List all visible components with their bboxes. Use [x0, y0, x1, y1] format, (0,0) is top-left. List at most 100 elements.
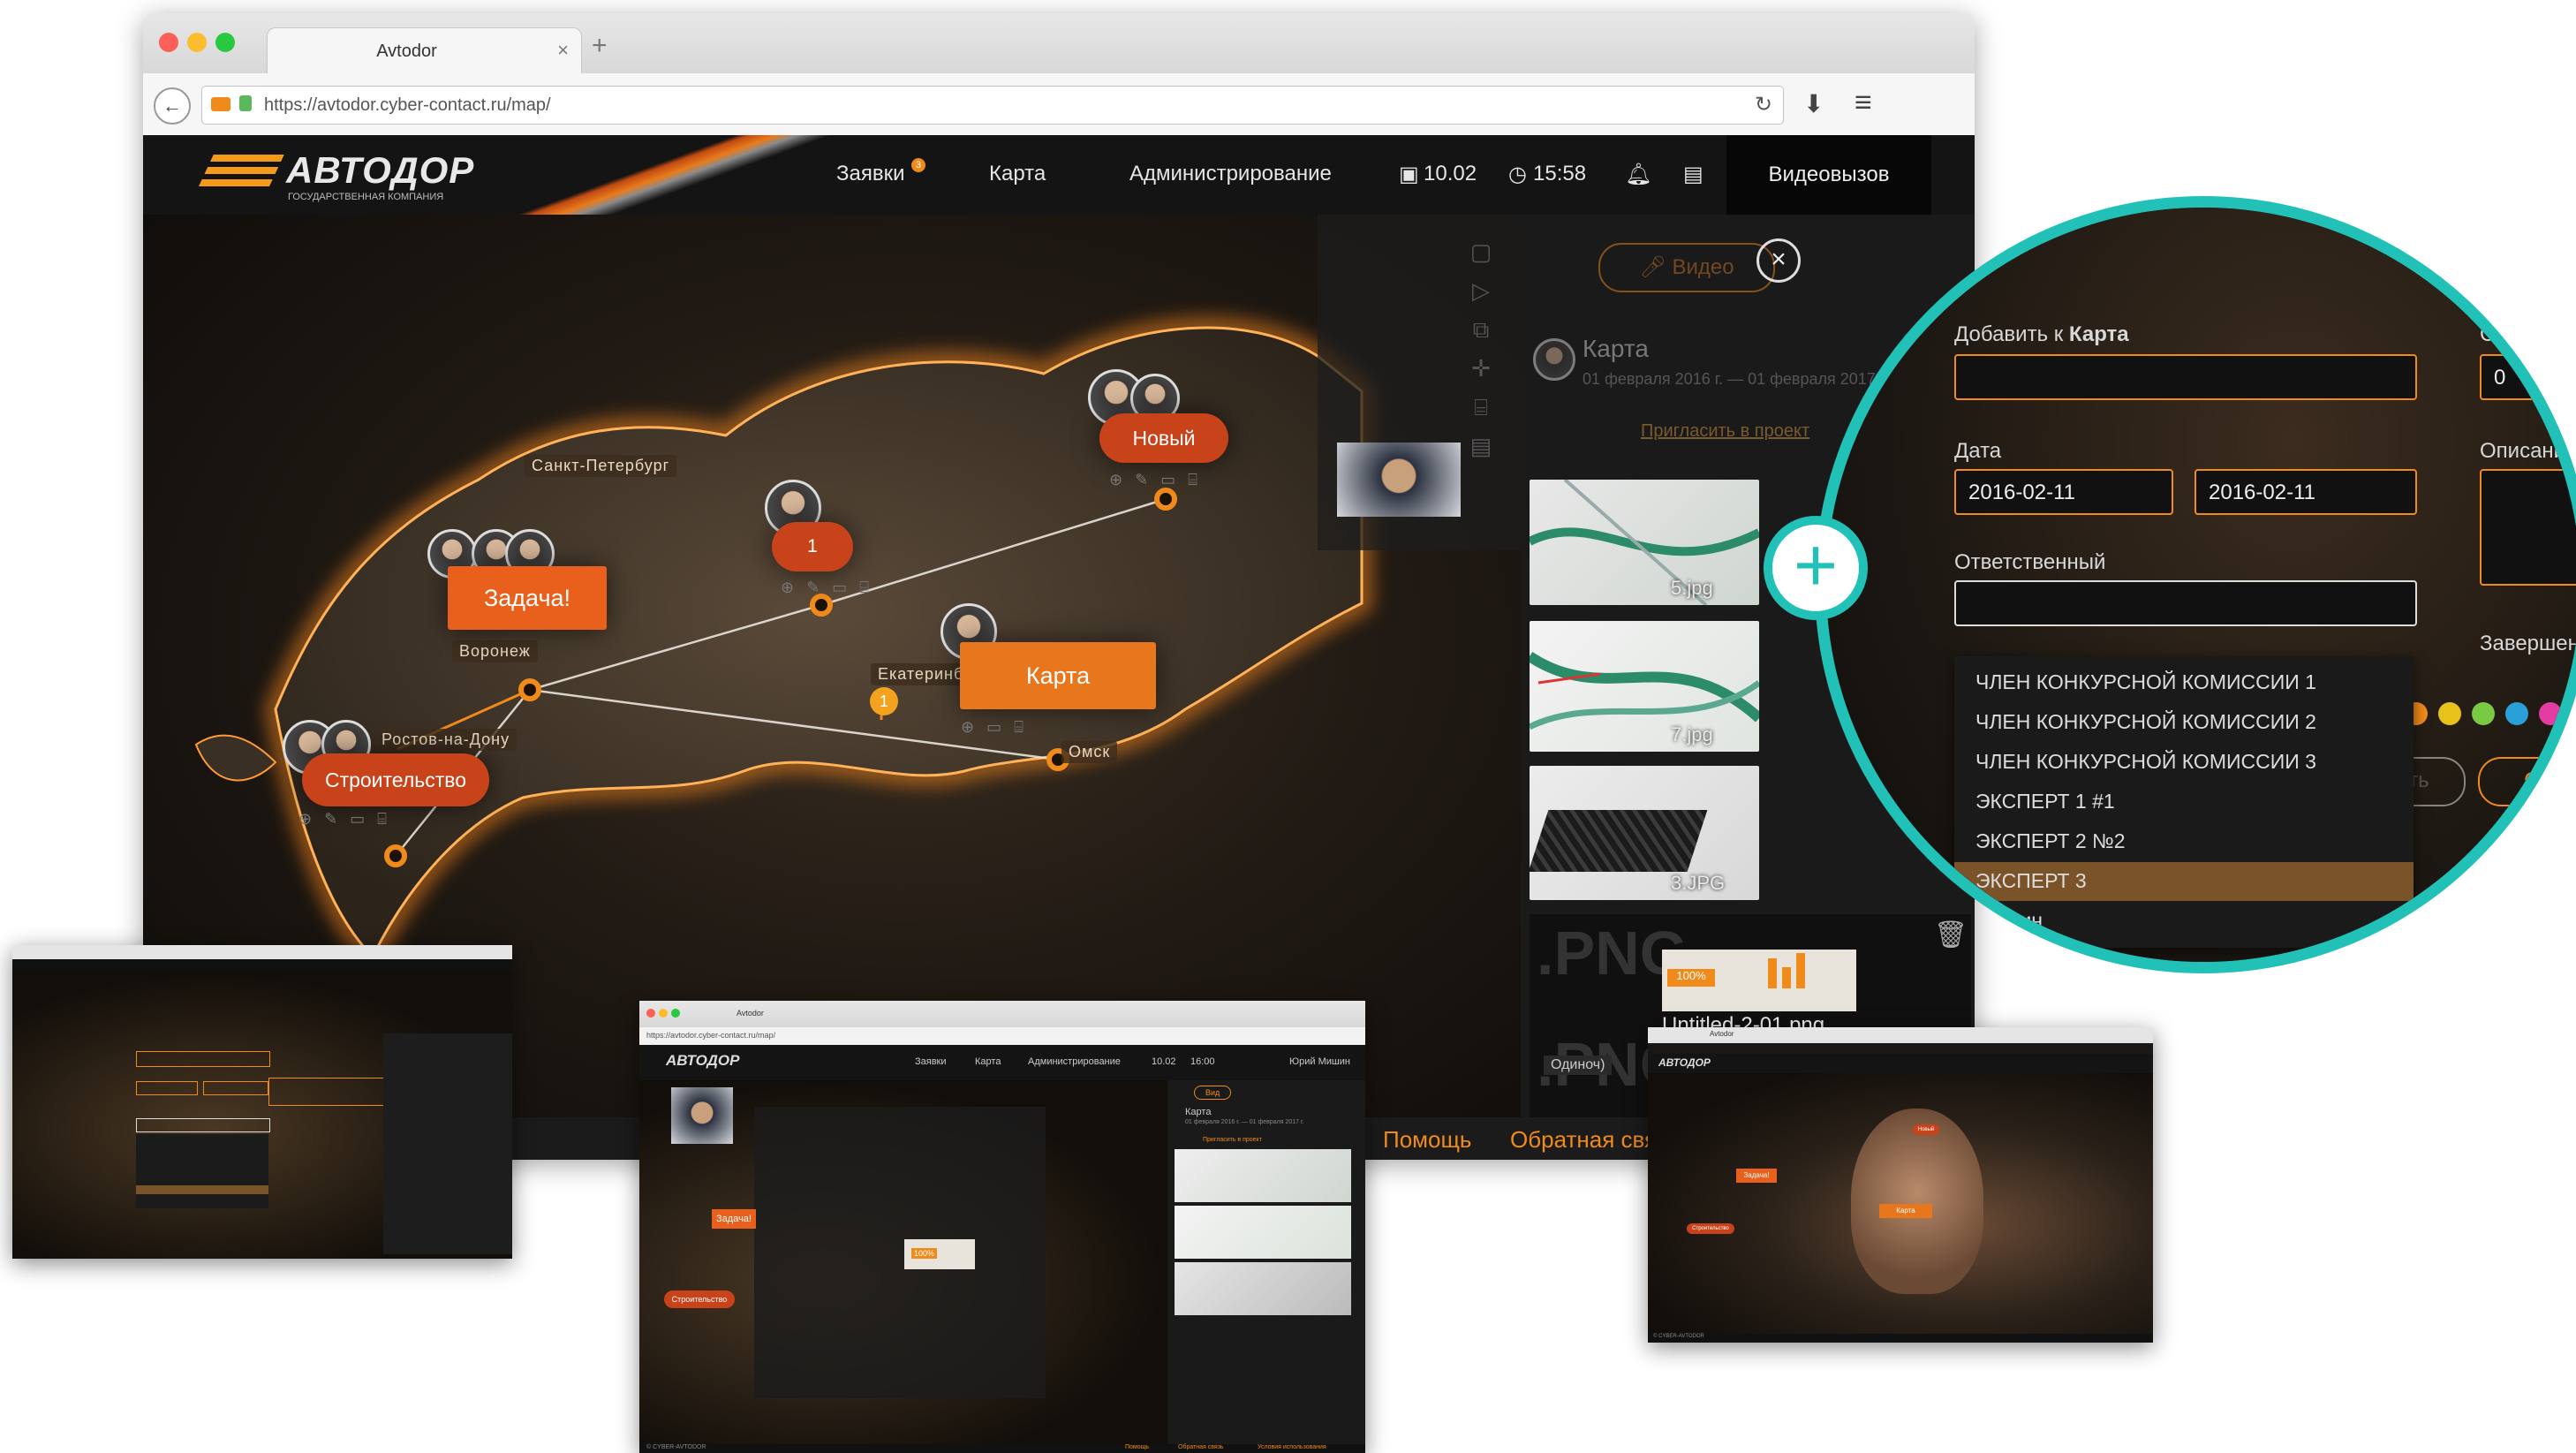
browser-tab[interactable]: Avtodor × [267, 27, 582, 74]
responsible-dropdown[interactable]: ЧЛЕН КОНКУРСНОЙ КОМИССИИ 1 ЧЛЕН КОНКУРСН… [1954, 656, 2414, 948]
invite-link[interactable]: Пригласить в проект [1641, 421, 1809, 442]
close-panel-icon[interactable]: × [1756, 238, 1801, 283]
dropdown-option[interactable]: ЧЛЕН КОНКУРСНОЙ КОМИССИИ 2 [1954, 703, 2414, 742]
city-label: Ростов-на-Дону [374, 729, 517, 751]
tab-close-icon[interactable]: × [557, 39, 569, 62]
lock-icon [239, 95, 252, 111]
menu-icon[interactable]: ≡ [1855, 86, 1872, 120]
mini-dropdown-selected [136, 1185, 268, 1194]
date-from-input[interactable]: 2016-02-11 [1954, 469, 2173, 515]
footer-help-link[interactable]: Помощь [1383, 1126, 1471, 1154]
mini-browser-bar [12, 945, 512, 959]
mini-maximize-dot [671, 1009, 680, 1018]
panel-title: Карта [1583, 335, 1649, 362]
url-text: https://avtodor.cyber-contact.ru/map/ [264, 95, 551, 115]
footer-feedback-link[interactable]: Обратная свя [1510, 1126, 1657, 1154]
add-to-input[interactable] [1954, 354, 2417, 400]
calendar-icon: ▣ [1399, 163, 1419, 186]
color-swatch[interactable] [2438, 702, 2461, 725]
mini-footer: © CYBER-AVTODOR Помощь Обратная связь Ус… [639, 1444, 1365, 1453]
nav-requests[interactable]: Заявки [836, 162, 905, 186]
dropdown-option[interactable]: ЭКСПЕРТ 1 #1 [1954, 783, 2414, 821]
card-controls[interactable]: ⊕✎▭⌸ [781, 579, 881, 597]
browser-toolbar: ← https://avtodor.cyber-contact.ru/map/ … [143, 73, 1975, 136]
avtodor-logo[interactable]: АВТОДОР ГОСУДАРСТВЕННАЯ КОМПАНИЯ [196, 146, 576, 208]
map-pin-rostov[interactable] [384, 844, 407, 867]
color-swatch[interactable] [2472, 702, 2495, 725]
reload-icon[interactable]: ↻ [1755, 92, 1772, 117]
dropdown-option[interactable]: ЭКСПЕРТ 2 №2 [1954, 822, 2414, 861]
mini-panel [383, 1033, 512, 1254]
dropdown-option[interactable]: ЧЛЕН КОНКУРСНОЙ КОМИССИИ 1 [1954, 663, 2414, 702]
card-controls[interactable]: ⊕✎▭⌸ [298, 810, 399, 829]
file-thumbnail[interactable]: 5.jpg [1530, 480, 1759, 605]
right-field-input[interactable]: 0 [2480, 354, 2576, 400]
download-icon[interactable]: ⬇ [1803, 89, 1824, 118]
chat-icon[interactable]: ▤ [1683, 162, 1703, 187]
new-card[interactable]: Новый [1099, 413, 1228, 463]
video-call-button[interactable]: Видеовызов [1726, 135, 1931, 215]
back-icon[interactable]: ← [154, 87, 191, 125]
description-textarea[interactable] [2480, 469, 2576, 586]
mini-window-left [12, 945, 512, 1259]
map-pin-new[interactable] [1154, 488, 1177, 511]
count-card[interactable]: 1 [772, 522, 853, 571]
bell-icon[interactable]: 🔔︎ [1625, 162, 1651, 187]
date-to-input[interactable]: 2016-02-11 [2195, 469, 2417, 515]
plus-icon: + [1764, 516, 1868, 620]
mini-progress: 100% [911, 1248, 938, 1259]
dropdown-option[interactable]: ЧЛЕН КОНКУРСНОЙ КОМИССИИ 3 [1954, 743, 2414, 782]
header-time: 15:58 [1533, 162, 1587, 185]
progress-label: 100% [1667, 969, 1715, 987]
minimize-window-dot[interactable] [187, 33, 207, 52]
logo-stripes-icon [196, 155, 284, 192]
mini-url: https://avtodor.cyber-contact.ru/map/ [646, 1031, 776, 1040]
file-thumbnail[interactable]: 3.JPG [1530, 766, 1759, 900]
new-tab-icon[interactable]: + [592, 31, 608, 61]
header-date[interactable]: 10.02 [1424, 162, 1477, 186]
color-swatch[interactable] [2539, 702, 2562, 725]
color-swatch[interactable] [2505, 702, 2528, 725]
close-window-dot[interactable] [159, 33, 178, 52]
video-tools-column[interactable]: ▢ ▷ ⧉ ✛ ⌸ ▤ [1468, 232, 1494, 515]
map-pin-voronezh[interactable] [518, 678, 541, 701]
date-label: Дата [1954, 439, 2002, 463]
responsible-input[interactable] [1954, 580, 2417, 626]
map-card[interactable]: Карта [960, 642, 1156, 709]
dropdown-option[interactable]: Мишин [1954, 902, 2414, 941]
mini-nav-link: Карта [975, 1056, 1001, 1067]
mini-footer-copyright: © CYBER-AVTODOR [646, 1444, 706, 1450]
mini-input [136, 1118, 270, 1132]
mini-footer-link: Обратная связь [1178, 1444, 1224, 1450]
clock-icon: ◷ [1508, 163, 1527, 186]
task-card[interactable]: Задача! [448, 566, 607, 630]
person-face [1851, 1109, 1983, 1294]
card-controls[interactable]: ⊕✎▭⌸ [1109, 471, 1210, 489]
nav-administration[interactable]: Администрирование [1129, 162, 1332, 186]
mini-video-feed: Задача! Карта Строительство Новый [1648, 1073, 2153, 1334]
mini-app-header: АВТОДОР [1648, 1054, 2153, 1073]
video-thumbnail[interactable] [1337, 443, 1461, 517]
address-bar[interactable]: https://avtodor.cyber-contact.ru/map/ ↻ [201, 86, 1784, 125]
mini-popup: 100% [754, 1107, 1046, 1398]
nav-map[interactable]: Карта [989, 162, 1046, 186]
mini-tab-title: Avtodor [737, 1009, 764, 1018]
file-thumbnail[interactable]: 7.jpg [1530, 621, 1759, 752]
microphone-icon: 🎤︎ [1639, 255, 1673, 279]
mini-nav-link: Администрирование [1028, 1056, 1121, 1067]
mini-input [136, 1081, 198, 1095]
map-counter-small[interactable]: 1 [870, 687, 898, 715]
video-button[interactable]: 🎤︎ Видео [1598, 243, 1775, 292]
mini-panel: Вид Карта 01 февраля 2016 г. — 01 феврал… [1167, 1080, 1365, 1444]
mini-time: 16:00 [1190, 1056, 1215, 1067]
construction-card[interactable]: Строительство [302, 753, 489, 806]
mini-thumb [1175, 1206, 1351, 1259]
mini-input [136, 1051, 270, 1067]
dropdown-option-selected[interactable]: ЭКСПЕРТ 3 [1954, 862, 2414, 901]
maximize-window-dot[interactable] [215, 33, 235, 52]
responsible-label: Ответственный [1954, 550, 2106, 574]
mini-thumb [1175, 1149, 1351, 1202]
card-controls[interactable]: ⊕▭⌸ [961, 718, 1036, 737]
city-label: Воронеж [452, 640, 538, 662]
cancel-button[interactable]: Отме [2478, 757, 2576, 806]
